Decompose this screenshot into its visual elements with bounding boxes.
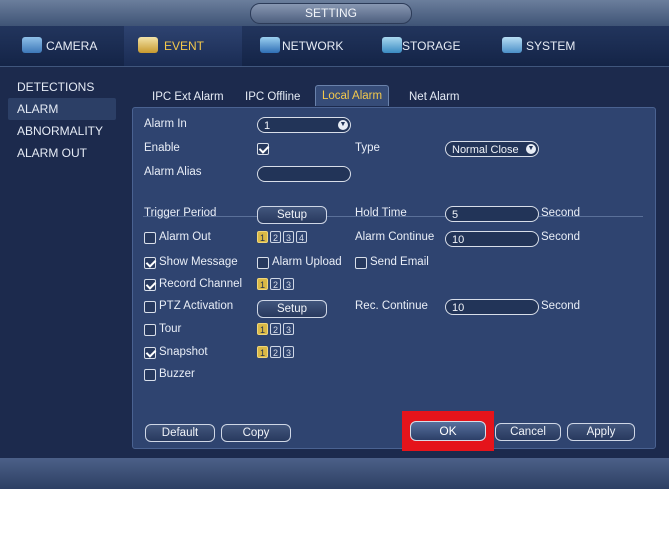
enable-checkbox[interactable] [257, 143, 269, 155]
tab-label: SYSTEM [526, 39, 576, 53]
hold-time-label: Hold Time [355, 207, 407, 219]
apply-button[interactable]: Apply [567, 423, 635, 441]
ptz-setup-button[interactable]: Setup [257, 300, 327, 318]
default-button[interactable]: Default [145, 424, 215, 442]
snapshot-label: Snapshot [159, 346, 208, 358]
type-select[interactable]: Normal Close ▼ [445, 141, 539, 157]
snapshot-channel-2[interactable]: 2 [270, 346, 281, 358]
chevron-down-icon: ▼ [338, 120, 348, 130]
show-message-checkbox[interactable] [144, 257, 156, 269]
tab-label: NETWORK [282, 39, 344, 53]
ok-button[interactable]: OK [410, 421, 486, 441]
alarm-in-label: Alarm In [144, 118, 187, 130]
sidebar-item-abnormality[interactable]: ABNORMALITY [8, 120, 116, 142]
main-tabbar: CAMERA EVENT NETWORK STORAGE SYSTEM [0, 26, 669, 67]
alarm-alias-input[interactable] [257, 166, 351, 182]
system-icon [502, 37, 522, 53]
event-icon [138, 37, 158, 53]
show-message-label: Show Message [159, 256, 238, 268]
alarm-alias-label: Alarm Alias [144, 166, 202, 178]
network-icon [260, 37, 280, 53]
alarm-out-channel-1[interactable]: 1 [257, 231, 268, 243]
send-email-checkbox[interactable] [355, 257, 367, 269]
buzzer-label: Buzzer [159, 368, 195, 380]
record-channel-1[interactable]: 1 [257, 278, 268, 290]
subtab-local-alarm[interactable]: Local Alarm [315, 85, 390, 106]
send-email-label: Send Email [370, 256, 429, 268]
status-bar [0, 458, 669, 489]
tab-storage[interactable]: STORAGE [368, 26, 480, 66]
tour-channel-2[interactable]: 2 [270, 323, 281, 335]
chevron-down-icon: ▼ [526, 144, 536, 154]
alarm-out-channel-2[interactable]: 2 [270, 231, 281, 243]
settings-form: Alarm In 1 ▼ Enable Type Normal Close ▼ … [132, 107, 656, 449]
hold-time-input[interactable]: 5 [445, 206, 539, 222]
enable-label: Enable [144, 142, 180, 154]
subtab-ipc-offline[interactable]: IPC Offline [245, 87, 300, 107]
snapshot-channel-1[interactable]: 1 [257, 346, 268, 358]
window-title: SETTING [250, 3, 412, 24]
alarm-upload-label: Alarm Upload [272, 256, 342, 268]
buzzer-checkbox[interactable] [144, 369, 156, 381]
type-label: Type [355, 142, 380, 154]
alarm-in-select[interactable]: 1 ▼ [257, 117, 351, 133]
alarm-out-checkbox[interactable] [144, 232, 156, 244]
ptz-activation-checkbox[interactable] [144, 301, 156, 313]
camera-icon [22, 37, 42, 53]
alarm-in-value: 1 [264, 120, 271, 132]
type-value: Normal Close [452, 144, 519, 156]
rec-continue-label: Rec. Continue [355, 300, 428, 312]
alarm-out-label: Alarm Out [159, 231, 211, 243]
tab-system[interactable]: SYSTEM [488, 26, 598, 66]
subtab-ipc-ext-alarm[interactable]: IPC Ext Alarm [152, 87, 224, 107]
tab-network[interactable]: NETWORK [246, 26, 356, 66]
subtab-net-alarm[interactable]: Net Alarm [409, 87, 460, 107]
rec-continue-unit: Second [541, 300, 581, 312]
tour-channel-3[interactable]: 3 [283, 323, 294, 335]
rec-continue-input[interactable]: 10 [445, 299, 539, 315]
alarm-continue-unit: Second [541, 231, 581, 243]
dvr-screen: SETTING CAMERA EVENT NETWORK STORAGE SYS… [0, 0, 669, 489]
trigger-period-label: Trigger Period [144, 207, 217, 219]
title-bar: SETTING [0, 0, 669, 26]
alarm-upload-checkbox[interactable] [257, 257, 269, 269]
tour-checkbox[interactable] [144, 324, 156, 336]
tab-event[interactable]: EVENT [124, 26, 242, 66]
sidebar-item-alarm-out[interactable]: ALARM OUT [8, 142, 116, 164]
snapshot-checkbox[interactable] [144, 347, 156, 359]
sidebar-item-alarm[interactable]: ALARM [8, 98, 116, 120]
ptz-activation-label: PTZ Activation [159, 300, 234, 312]
alarm-out-channel-3[interactable]: 3 [283, 231, 294, 243]
storage-icon [382, 37, 402, 53]
record-channel-3[interactable]: 3 [283, 278, 294, 290]
tab-label: STORAGE [402, 39, 461, 53]
cancel-button[interactable]: Cancel [495, 423, 561, 441]
snapshot-channel-3[interactable]: 3 [283, 346, 294, 358]
alarm-continue-label: Alarm Continue [355, 231, 435, 243]
tour-channel-1[interactable]: 1 [257, 323, 268, 335]
record-channel-2[interactable]: 2 [270, 278, 281, 290]
tab-label: EVENT [164, 39, 205, 53]
sidebar-item-detections[interactable]: DETECTIONS [8, 76, 116, 98]
tab-camera[interactable]: CAMERA [8, 26, 120, 66]
tour-label: Tour [159, 323, 182, 335]
sidebar: DETECTIONS ALARM ABNORMALITY ALARM OUT [8, 76, 116, 164]
record-channel-label: Record Channel [159, 278, 243, 290]
trigger-period-setup-button[interactable]: Setup [257, 206, 327, 224]
alarm-panel: IPC Ext Alarm IPC Offline Local Alarm Ne… [127, 76, 659, 453]
alarm-continue-input[interactable]: 10 [445, 231, 539, 247]
hold-time-unit: Second [541, 207, 581, 219]
copy-button[interactable]: Copy [221, 424, 291, 442]
record-channel-checkbox[interactable] [144, 279, 156, 291]
alarm-out-channel-4[interactable]: 4 [296, 231, 307, 243]
tab-label: CAMERA [46, 39, 98, 53]
